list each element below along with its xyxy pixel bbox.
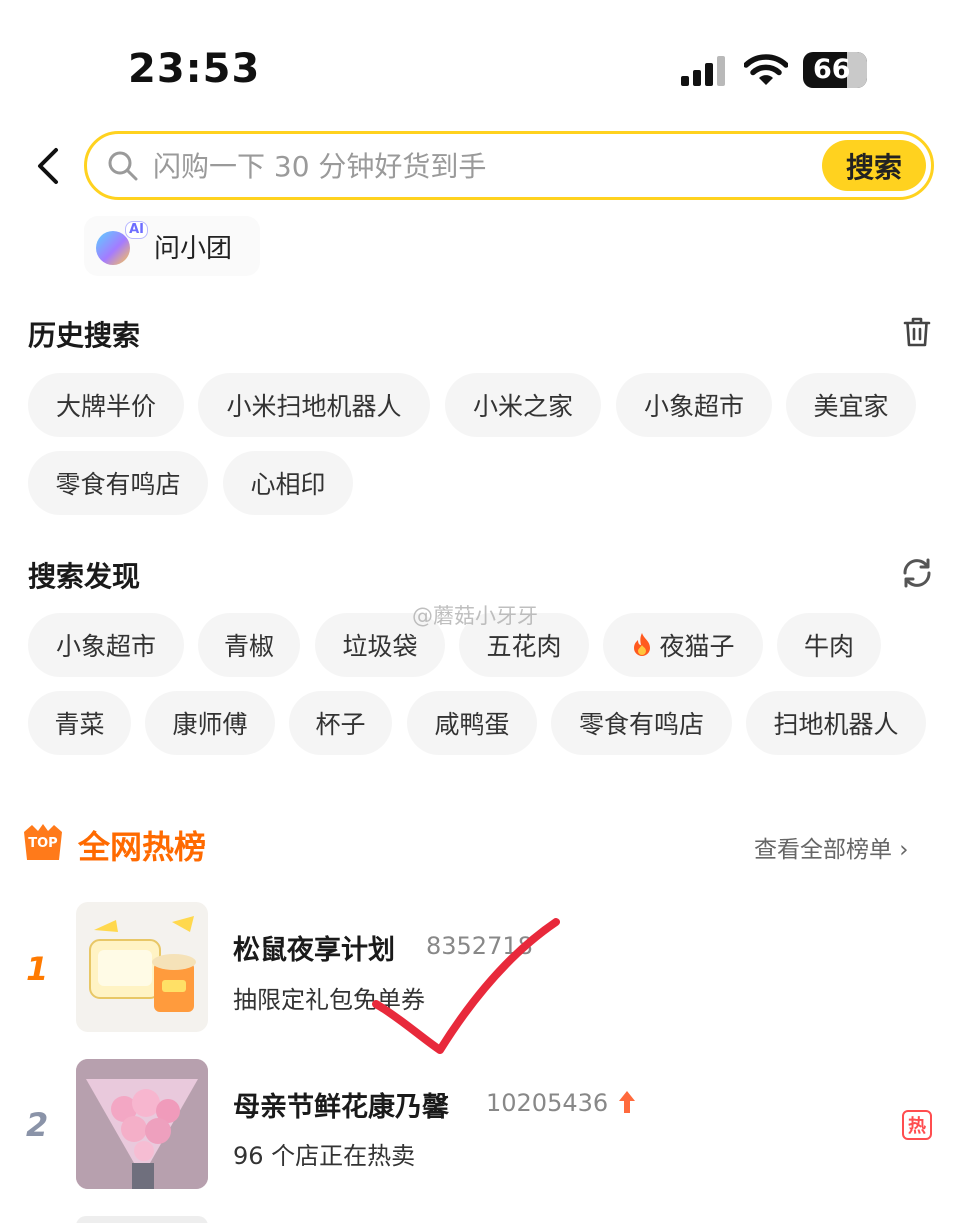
discover-chip[interactable]: 康师傅	[145, 691, 275, 755]
history-chip[interactable]: 零食有鸣店	[28, 451, 208, 515]
item-heat-count: 10205436	[486, 1089, 609, 1117]
history-chip[interactable]: 小米扫地机器人	[198, 373, 430, 437]
watermark-text: @蘑菇小牙牙	[412, 604, 538, 628]
item-thumbnail[interactable]	[76, 902, 208, 1032]
battery-level: 66	[813, 54, 851, 85]
history-chip[interactable]: 小象超市	[616, 373, 772, 437]
fire-icon	[634, 633, 651, 656]
hot-tag: 热	[902, 1110, 932, 1140]
hot-list-title: 全网热榜	[78, 828, 207, 866]
discover-title: 搜索发现	[28, 560, 141, 593]
ai-assistant-button[interactable]: AI 问小团	[84, 216, 260, 276]
discover-chip-hot[interactable]: 夜猫子	[603, 613, 763, 677]
discover-chip[interactable]: 青椒	[198, 613, 300, 677]
trash-icon[interactable]	[902, 316, 932, 348]
discover-chip[interactable]: 小象超市	[28, 613, 184, 677]
search-button[interactable]: 搜索	[822, 140, 926, 191]
history-chip[interactable]: 心相印	[223, 451, 353, 515]
back-arrow-icon[interactable]	[30, 146, 70, 186]
item-heat-count: 8352718	[426, 932, 533, 960]
search-icon	[108, 151, 138, 181]
top-badge-label: TOP	[28, 836, 58, 851]
view-all-rankings-link[interactable]: 查看全部榜单 ›	[754, 830, 909, 864]
status-time: 23:53	[128, 46, 261, 92]
discover-chip[interactable]: 咸鸭蛋	[407, 691, 537, 755]
item-title[interactable]: 松鼠夜享计划	[233, 928, 395, 967]
battery-indicator: 66	[803, 52, 867, 88]
history-chip[interactable]: 大牌半价	[28, 373, 184, 437]
next-item-thumbnail	[76, 1216, 208, 1223]
cellular-signal-icon	[681, 56, 727, 86]
ai-badge: AI	[125, 221, 148, 239]
history-title: 历史搜索	[28, 319, 141, 352]
refresh-icon[interactable]	[900, 556, 934, 590]
history-chip[interactable]: 小米之家	[445, 373, 601, 437]
discover-chip[interactable]: 零食有鸣店	[551, 691, 732, 755]
ai-assistant-label: 问小团	[154, 233, 233, 264]
wifi-icon	[744, 54, 788, 85]
rank-number: 2	[26, 1106, 49, 1144]
history-chip[interactable]: 美宜家	[786, 373, 916, 437]
discover-chip[interactable]: 牛肉	[777, 613, 881, 677]
discover-chip-label: 夜猫子	[659, 632, 735, 661]
discover-chip[interactable]: 杯子	[289, 691, 392, 755]
trend-up-icon	[619, 1091, 635, 1113]
discover-chip[interactable]: 青菜	[28, 691, 131, 755]
ai-logo-icon: AI	[96, 221, 148, 267]
discover-chip[interactable]: 扫地机器人	[746, 691, 926, 755]
item-title[interactable]: 母亲节鲜花康乃馨	[233, 1085, 449, 1124]
top-badge-icon: TOP	[22, 822, 64, 862]
rank-number: 1	[26, 950, 49, 988]
item-subtitle: 96 个店正在热卖	[233, 1142, 416, 1170]
search-bar[interactable]: 搜索	[84, 131, 934, 200]
search-input[interactable]	[153, 144, 793, 188]
weibo-watermark: @蘑菇小牙牙	[412, 600, 538, 630]
item-thumbnail[interactable]	[76, 1059, 208, 1189]
item-subtitle: 抽限定礼包免单券	[233, 986, 425, 1014]
